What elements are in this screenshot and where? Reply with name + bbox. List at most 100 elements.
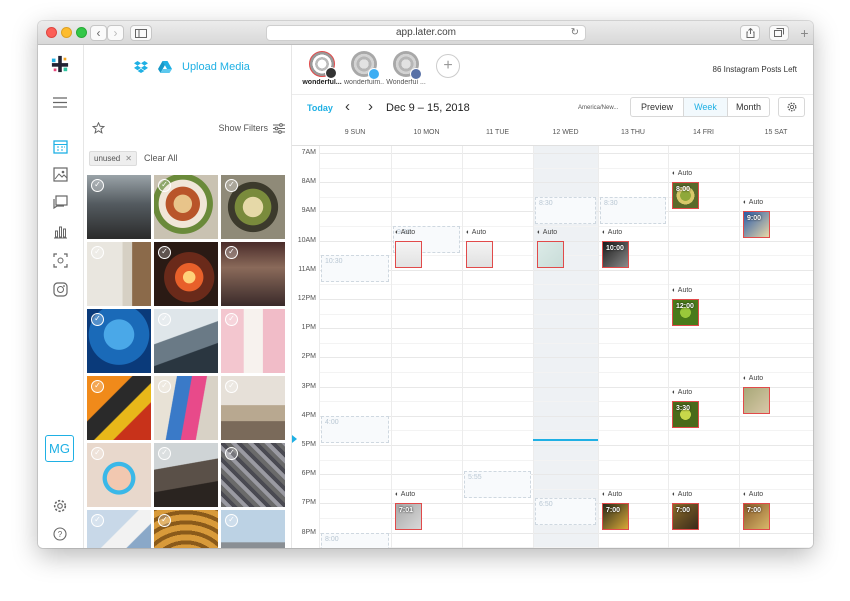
media-thumbnail[interactable]: ✓ — [87, 510, 151, 548]
upload-media-button[interactable]: Upload Media — [134, 61, 250, 73]
account-avatar[interactable] — [351, 51, 380, 80]
clear-all-button[interactable]: Clear All — [144, 153, 178, 163]
media-thumbnail[interactable]: ✓ — [87, 309, 151, 373]
media-thumbnail[interactable]: ✓ — [221, 510, 285, 548]
add-account-button[interactable]: + — [436, 54, 460, 78]
week-view-button[interactable]: Week — [683, 97, 728, 117]
zoom-window-button[interactable] — [76, 27, 87, 38]
reload-icon[interactable]: ↻ — [571, 26, 579, 40]
scheduled-post[interactable]: 7:00 — [743, 503, 770, 531]
account-twitter[interactable]: wonderfulm... — [344, 51, 384, 86]
forward-button[interactable]: › — [107, 25, 124, 41]
media-thumbnail[interactable]: ✓ — [221, 309, 285, 373]
scheduled-post[interactable]: 8:00 — [672, 182, 699, 210]
sidebar-toggle-button[interactable] — [130, 25, 152, 41]
media-thumbnail[interactable]: ✓ — [221, 242, 285, 306]
media-thumbnail[interactable]: ✓ — [87, 443, 151, 507]
user-avatar[interactable]: MG — [45, 435, 74, 462]
back-button[interactable]: ‹ — [90, 25, 107, 41]
star-icon[interactable] — [92, 122, 105, 134]
month-view-button[interactable]: Month — [727, 97, 770, 117]
empty-time-slot[interactable]: 8:30 — [600, 196, 666, 224]
check-icon[interactable]: ✓ — [225, 380, 238, 393]
show-filters-button[interactable]: Show Filters — [218, 123, 268, 133]
address-bar[interactable]: app.later.com ↻ — [266, 25, 586, 41]
new-tab-button[interactable]: + — [796, 23, 813, 43]
check-icon[interactable]: ✓ — [225, 514, 238, 527]
remove-filter-icon[interactable]: ✕ — [125, 152, 132, 165]
media-thumbnail[interactable]: ✓ — [154, 510, 218, 548]
check-icon[interactable]: ✓ — [91, 179, 104, 192]
help-icon[interactable]: ? — [51, 525, 69, 543]
next-week-button[interactable]: › — [368, 98, 373, 115]
check-icon[interactable]: ✓ — [225, 447, 238, 460]
check-icon[interactable]: ✓ — [158, 313, 171, 326]
scheduled-post[interactable]: 7:00 — [602, 503, 629, 531]
scheduled-post[interactable]: 3:30 — [672, 401, 699, 429]
check-icon[interactable]: ✓ — [91, 514, 104, 527]
empty-time-slot[interactable]: 6:50 — [535, 497, 596, 525]
media-thumbnail[interactable]: ✓ — [154, 443, 218, 507]
check-icon[interactable]: ✓ — [91, 313, 104, 326]
conversations-icon[interactable] — [51, 193, 69, 211]
check-icon[interactable]: ✓ — [91, 380, 104, 393]
settings-icon[interactable] — [51, 497, 69, 515]
media-thumbnail[interactable]: ✓ — [221, 443, 285, 507]
check-icon[interactable]: ✓ — [225, 179, 238, 192]
close-window-button[interactable] — [46, 27, 57, 38]
account-facebook[interactable]: Wonderful ... — [386, 51, 426, 86]
scheduled-post[interactable]: 10:00 — [602, 240, 629, 268]
account-avatar[interactable] — [309, 51, 337, 79]
scheduled-post[interactable]: 9:00 — [743, 211, 770, 239]
media-thumbnail[interactable]: ✓ — [154, 309, 218, 373]
analytics-icon[interactable] — [51, 222, 69, 240]
minimize-window-button[interactable] — [61, 27, 72, 38]
preview-button[interactable]: Preview — [630, 97, 684, 117]
empty-time-slot[interactable]: 8:00 — [321, 532, 389, 548]
media-library-icon[interactable] — [51, 165, 69, 183]
tabs-button[interactable] — [769, 25, 789, 41]
account-avatar[interactable] — [393, 51, 422, 80]
media-thumbnail[interactable]: ✓ — [87, 376, 151, 440]
sliders-icon[interactable] — [273, 123, 285, 134]
check-icon[interactable]: ✓ — [225, 313, 238, 326]
menu-icon[interactable] — [51, 93, 69, 111]
media-thumbnail[interactable]: ✓ — [154, 376, 218, 440]
check-icon[interactable]: ✓ — [158, 179, 171, 192]
media-thumbnail[interactable]: ✓ — [87, 175, 151, 239]
scheduled-post[interactable]: 7:01 — [395, 503, 422, 531]
empty-time-slot[interactable]: 5:55 — [464, 471, 531, 499]
previous-week-button[interactable]: ‹ — [345, 98, 350, 115]
scheduled-post[interactable] — [395, 240, 422, 268]
scheduled-post[interactable] — [466, 240, 493, 268]
calendar-settings-button[interactable] — [778, 97, 805, 117]
check-icon[interactable]: ✓ — [91, 447, 104, 460]
check-icon[interactable]: ✓ — [158, 246, 171, 259]
account-instagram[interactable]: wonderful... — [302, 51, 342, 86]
media-thumbnail[interactable]: ✓ — [87, 242, 151, 306]
check-icon[interactable]: ✓ — [225, 246, 238, 259]
empty-time-slot[interactable]: 8:30 — [535, 196, 596, 224]
calendar-icon[interactable] — [51, 137, 69, 155]
media-thumbnail[interactable]: ✓ — [154, 175, 218, 239]
media-thumbnail[interactable]: ✓ — [154, 242, 218, 306]
check-icon[interactable]: ✓ — [158, 514, 171, 527]
scheduled-post[interactable]: 7:00 — [672, 503, 699, 531]
media-thumbnail[interactable]: ✓ — [221, 175, 285, 239]
share-button[interactable] — [740, 25, 760, 41]
scheduled-post[interactable] — [537, 240, 564, 268]
today-button[interactable]: Today — [307, 103, 333, 113]
timezone-selector[interactable]: America/New... — [578, 105, 618, 111]
scheduled-post[interactable]: 12:00 — [672, 299, 699, 326]
instagram-icon[interactable] — [51, 280, 69, 298]
google-drive-icon[interactable] — [158, 61, 172, 73]
linkin-bio-icon[interactable] — [51, 251, 69, 269]
check-icon[interactable]: ✓ — [158, 447, 171, 460]
check-icon[interactable]: ✓ — [91, 246, 104, 259]
later-logo-icon[interactable] — [51, 55, 69, 73]
empty-time-slot[interactable]: 10:30 — [321, 255, 389, 283]
media-thumbnail[interactable]: ✓ — [221, 376, 285, 440]
dropbox-icon[interactable] — [134, 61, 148, 73]
scheduled-post[interactable] — [743, 386, 770, 414]
check-icon[interactable]: ✓ — [158, 380, 171, 393]
